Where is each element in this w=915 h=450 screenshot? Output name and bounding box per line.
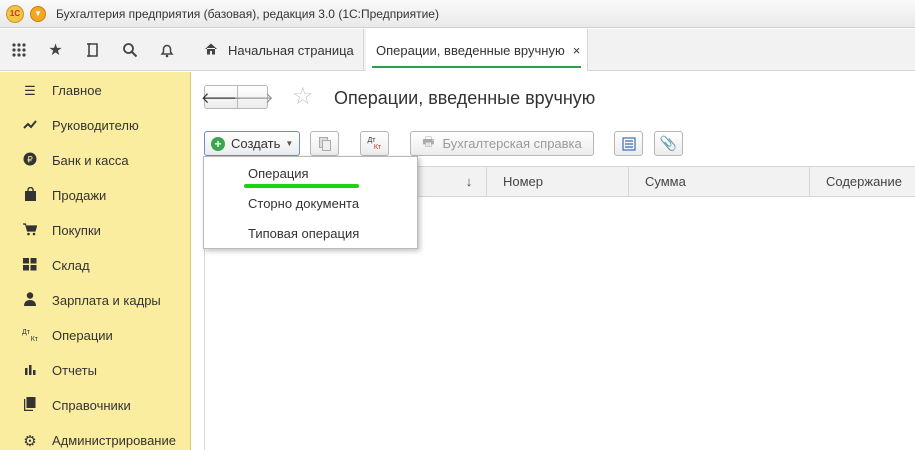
cart-icon (22, 222, 38, 239)
sidebar-item-reports[interactable]: Отчеты (0, 353, 190, 388)
close-tab-icon[interactable]: × (573, 43, 581, 58)
home-icon (204, 42, 220, 59)
tab-manual-operations[interactable]: Операции, введенные вручную × (366, 29, 588, 71)
sidebar-item-label: Банк и касса (52, 153, 129, 168)
sidebar-item-label: Зарплата и кадры (52, 293, 161, 308)
kt-label: Кт (373, 143, 382, 151)
create-button-label: Создать (231, 136, 281, 151)
printer-icon: 🖶 (422, 133, 435, 149)
ruble-icon: ₽ (22, 152, 38, 169)
window-title: Бухгалтерия предприятия (базовая), редак… (56, 6, 439, 21)
copy-icon (318, 136, 331, 151)
copy-button[interactable] (310, 131, 339, 156)
sidebar-item-label: Руководителю (52, 118, 139, 133)
main-content: 🡐 🡒 ☆ Операции, введенные вручную + Созд… (192, 72, 915, 450)
dropdown-caret-icon: ▼ (285, 139, 294, 148)
forward-arrow-icon[interactable]: 🡒 (233, 86, 274, 108)
sidebar-item-warehouse[interactable]: Склад (0, 248, 190, 283)
column-header-number[interactable]: Номер (486, 167, 629, 196)
app-logo-icon: 1С (6, 4, 24, 23)
main-menu-button[interactable]: ▼ (30, 5, 46, 22)
warehouse-icon (22, 257, 38, 274)
person-icon (22, 292, 38, 309)
plus-icon: + (211, 136, 225, 151)
sidebar-item-label: Склад (52, 258, 90, 273)
tab-home-label: Начальная страница (228, 42, 354, 58)
sidebar-item-salary[interactable]: Зарплата и кадры (0, 283, 190, 318)
accounting-reference-label: Бухгалтерская справка (442, 136, 582, 151)
sidebar: ☰ Главное Руководителю ₽ Банк и касса Пр… (0, 72, 191, 450)
dt-kt-button[interactable]: Дт Кт (360, 131, 389, 156)
add-to-favorites-star-icon[interactable]: ☆ (292, 82, 314, 111)
apps-grid-icon[interactable] (0, 29, 37, 71)
create-dropdown-menu: Операция Сторно документа Типовая операц… (203, 156, 418, 249)
sidebar-item-bank[interactable]: ₽ Банк и касса (0, 143, 190, 178)
tab-home[interactable]: Начальная страница (192, 29, 364, 71)
sidebar-item-administration[interactable]: ⚙ Администрирование (0, 423, 190, 450)
sidebar-item-director[interactable]: Руководителю (0, 108, 190, 143)
title-bar: 1С ▼ Бухгалтерия предприятия (базовая), … (0, 0, 915, 28)
sidebar-item-label: Операции (52, 328, 113, 343)
paperclip-icon: 📎 (659, 135, 678, 151)
sidebar-item-operations[interactable]: Дт Кт Операции (0, 318, 190, 353)
gear-icon: ⚙ (23, 432, 37, 450)
sidebar-item-purchases[interactable]: Покупки (0, 213, 190, 248)
svg-text:₽: ₽ (27, 156, 33, 166)
shopping-bag-icon (22, 186, 38, 204)
notifications-bell-icon[interactable] (148, 29, 185, 71)
sidebar-item-label: Продажи (52, 188, 107, 203)
accounting-reference-button[interactable]: 🖶 Бухгалтерская справка (410, 131, 594, 156)
dt-label: Дт (367, 136, 376, 144)
column-header-content[interactable]: Содержание (809, 167, 915, 196)
create-button[interactable]: + Создать ▼ (204, 131, 300, 156)
attachments-button[interactable]: 📎 (654, 131, 683, 156)
back-arrow-icon[interactable]: 🡐 (201, 86, 241, 108)
sidebar-item-label: Администрирование (52, 433, 176, 448)
sidebar-item-references[interactable]: Справочники (0, 388, 190, 423)
bar-chart-icon (22, 363, 38, 378)
trend-icon (22, 118, 38, 133)
sidebar-item-label: Отчеты (52, 363, 97, 378)
sidebar-item-label: Главное (52, 83, 102, 98)
dt-kt-icon: Дт Кт (22, 328, 38, 343)
menu-item-reversal[interactable]: Сторно документа (204, 188, 417, 218)
sidebar-item-main[interactable]: ☰ Главное (0, 73, 190, 108)
tab-active-label: Операции, введенные вручную (376, 42, 565, 58)
structure-icon (621, 136, 636, 151)
top-toolbar: ★ Начальная страница Операции, введенные… (0, 29, 915, 71)
book-icon (22, 397, 38, 414)
sidebar-item-label: Покупки (52, 223, 101, 238)
sidebar-item-label: Справочники (52, 398, 131, 413)
navigation-buttons: 🡐 🡒 (201, 85, 274, 109)
column-header-sum[interactable]: Сумма (628, 167, 809, 196)
structure-button[interactable] (614, 131, 643, 156)
sidebar-item-sales[interactable]: Продажи (0, 178, 190, 213)
favorites-star-icon[interactable]: ★ (37, 29, 74, 71)
menu-lines-icon: ☰ (24, 82, 36, 98)
history-icon[interactable] (74, 29, 111, 71)
page-title: Операции, введенные вручную (334, 88, 596, 108)
top-icons: ★ (0, 29, 190, 71)
search-icon[interactable] (111, 29, 148, 71)
menu-item-typical-operation[interactable]: Типовая операция (204, 218, 417, 248)
active-tab-indicator (372, 66, 581, 68)
